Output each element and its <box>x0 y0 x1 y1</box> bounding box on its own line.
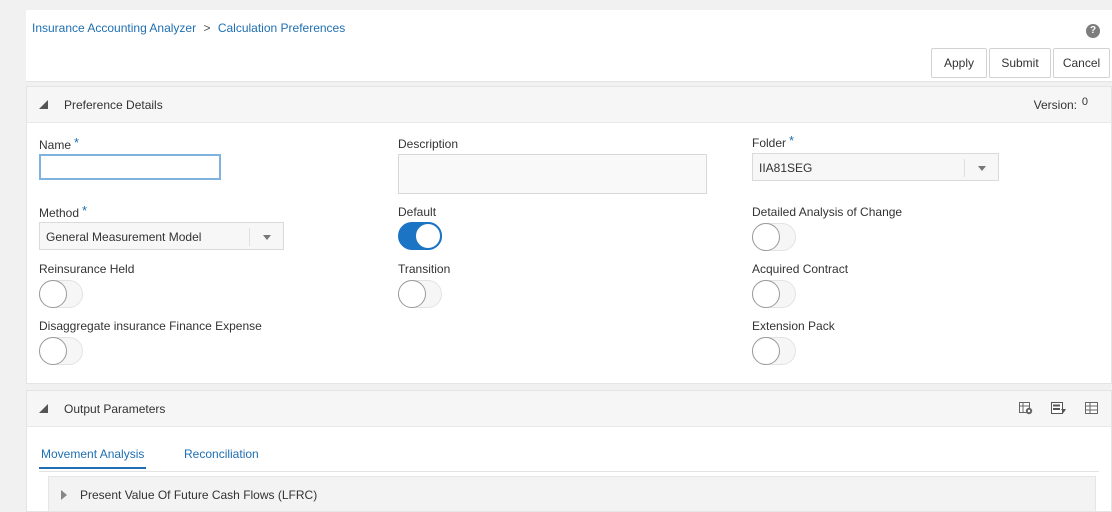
calculation-preferences-page: Insurance Accounting Analyzer > Calculat… <box>0 0 1112 512</box>
folder-select-value: IIA81SEG <box>759 161 813 175</box>
breadcrumb-app-link[interactable]: Insurance Accounting Analyzer <box>32 21 196 35</box>
toggle-knob <box>752 337 780 365</box>
description-label: Description <box>398 137 459 151</box>
reinsurance-held-toggle[interactable] <box>39 280 83 308</box>
table-view-icon[interactable] <box>1085 402 1099 415</box>
method-label-text: Method <box>39 206 80 220</box>
tabs-divider <box>39 471 1099 472</box>
disaggregate-toggle[interactable] <box>39 337 83 365</box>
folder-select[interactable]: IIA81SEG <box>752 153 999 181</box>
required-marker: * <box>82 203 88 218</box>
method-select[interactable]: General Measurement Model <box>39 222 284 250</box>
output-parameters-panel: Output Parameters Movement Analysis Reco… <box>26 390 1112 512</box>
version-label: Version: <box>1033 98 1077 112</box>
name-label: Name * <box>39 135 80 152</box>
breadcrumb-separator: > <box>203 21 211 35</box>
panel-title: Preference Details <box>64 98 163 112</box>
submit-button[interactable]: Submit <box>989 48 1051 78</box>
extension-pack-label: Extension Pack <box>752 319 835 333</box>
description-textarea[interactable] <box>398 154 707 194</box>
cancel-button[interactable]: Cancel <box>1053 48 1110 78</box>
settings-table-icon[interactable] <box>1019 402 1033 415</box>
lfrc-accordion[interactable]: Present Value Of Future Cash Flows (LFRC… <box>48 476 1096 512</box>
select-divider <box>249 228 250 246</box>
tab-reconciliation[interactable]: Reconciliation <box>184 447 259 467</box>
toggle-knob <box>414 222 442 250</box>
breadcrumb: Insurance Accounting Analyzer > Calculat… <box>32 21 345 35</box>
help-icon[interactable]: ? <box>1086 24 1100 38</box>
folder-label-text: Folder <box>752 136 787 150</box>
apply-button[interactable]: Apply <box>931 48 987 78</box>
panel-title: Output Parameters <box>64 402 166 416</box>
toggle-knob <box>398 280 426 308</box>
output-parameters-header[interactable]: Output Parameters <box>27 391 1111 427</box>
select-divider <box>964 159 965 177</box>
caret-right-icon[interactable] <box>61 490 67 500</box>
transition-label: Transition <box>398 262 451 276</box>
page-header: Insurance Accounting Analyzer > Calculat… <box>26 10 1112 82</box>
export-excel-icon[interactable] <box>1051 402 1067 415</box>
name-label-text: Name <box>39 138 72 152</box>
name-input[interactable] <box>39 154 221 180</box>
version-value: 0 <box>1081 96 1088 108</box>
toggle-knob <box>752 223 780 251</box>
toggle-knob <box>39 337 67 365</box>
accordion-label: Present Value Of Future Cash Flows (LFRC… <box>80 488 318 502</box>
default-label: Default <box>398 205 437 219</box>
preference-details-panel: Preference Details Version: 0 Name * Desc… <box>26 86 1112 384</box>
acquired-contract-toggle[interactable] <box>752 280 796 308</box>
default-toggle[interactable] <box>398 222 442 250</box>
toggle-knob <box>39 280 67 308</box>
acquired-contract-label: Acquired Contract <box>752 262 849 276</box>
method-label: Method * <box>39 203 88 220</box>
breadcrumb-current-page[interactable]: Calculation Preferences <box>218 21 345 35</box>
preference-details-header[interactable]: Preference Details Version: 0 <box>27 87 1111 123</box>
collapse-triangle-icon[interactable] <box>39 100 48 109</box>
folder-label: Folder * <box>752 133 795 150</box>
required-marker: * <box>789 133 795 148</box>
chevron-down-icon[interactable] <box>263 235 271 240</box>
disaggregate-label: Disaggregate insurance Finance Expense <box>39 319 262 333</box>
tab-movement-analysis[interactable]: Movement Analysis <box>39 447 147 469</box>
collapse-triangle-icon[interactable] <box>39 404 48 413</box>
transition-toggle[interactable] <box>398 280 442 308</box>
extension-pack-toggle[interactable] <box>752 337 796 365</box>
required-marker: * <box>74 135 80 150</box>
detailed-analysis-label: Detailed Analysis of Change <box>752 205 903 219</box>
method-select-value: General Measurement Model <box>46 230 202 244</box>
reinsurance-held-label: Reinsurance Held <box>39 262 135 276</box>
chevron-down-icon[interactable] <box>978 166 986 171</box>
toggle-knob <box>752 280 780 308</box>
detailed-analysis-toggle[interactable] <box>752 223 796 251</box>
